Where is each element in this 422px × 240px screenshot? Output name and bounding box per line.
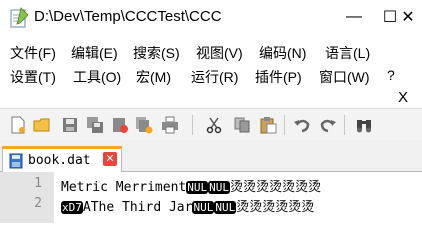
code-line-1: Metric MerrimentNUL NUL烫烫烫烫烫烫烫 [61, 176, 321, 195]
hex-control-char: xD7 [61, 201, 83, 214]
menu-encoding[interactable]: 编码(N) [257, 42, 308, 64]
close-icon[interactable] [110, 115, 130, 135]
menu-view[interactable]: 视图(V) [194, 42, 245, 64]
tab-close-icon[interactable]: ✕ [103, 152, 117, 166]
nul-control-char: NUL [208, 181, 230, 194]
copy-icon[interactable] [232, 115, 252, 135]
tab-bar: book.dat ✕ [0, 140, 422, 172]
menu-file[interactable]: 文件(F) [8, 42, 58, 64]
notepad-app-icon [10, 7, 29, 28]
print-icon[interactable] [160, 115, 180, 135]
toolbar [0, 108, 422, 140]
toolbar-separator [344, 115, 345, 135]
save-all-icon[interactable] [85, 115, 105, 135]
toolbar-separator [192, 115, 193, 135]
menu-bar: 文件(F) 编辑(E) 搜索(S) 视图(V) 编码(N) 语言(L) 设置(T… [0, 38, 422, 90]
close-document-button[interactable]: X [398, 89, 408, 106]
line-number-gutter: 1 2 [0, 172, 54, 223]
line-number: 1 [34, 176, 42, 191]
code-line-2: xD7AThe Third JarNUL NUL烫烫烫烫烫烫 [61, 196, 314, 215]
close-window-button[interactable]: ✕ [394, 0, 422, 34]
menu-run[interactable]: 运行(R) [189, 66, 240, 88]
menu-macro[interactable]: 宏(M) [134, 66, 173, 88]
line-text: Metric Merriment [61, 180, 187, 195]
tab-label: book.dat [28, 153, 91, 168]
menu-tools[interactable]: 工具(O) [71, 66, 123, 88]
toolbar-separator [284, 115, 285, 135]
menu-plugins[interactable]: 插件(P) [253, 66, 304, 88]
editor[interactable]: 1 2 Metric MerrimentNUL NUL烫烫烫烫烫烫烫 xD7ATh… [0, 172, 422, 223]
menu-edit[interactable]: 编辑(E) [69, 42, 120, 64]
window-title: D:\Dev\Temp\CCCTest\CCC [34, 8, 222, 25]
paste-icon[interactable] [258, 115, 278, 135]
menu-help[interactable]: ? [385, 66, 397, 84]
redo-icon[interactable] [318, 115, 338, 135]
new-file-icon[interactable] [8, 115, 28, 135]
menu-settings[interactable]: 设置(T) [8, 66, 58, 88]
menu-search[interactable]: 搜索(S) [131, 42, 182, 64]
menu-window[interactable]: 窗口(W) [317, 66, 372, 88]
nul-control-char: NUL [192, 201, 215, 214]
garbled-text: 烫烫烫烫烫烫 [236, 200, 315, 215]
garbled-text: 烫烫烫烫烫烫烫 [229, 180, 321, 195]
close-all-icon[interactable] [134, 115, 154, 135]
undo-icon[interactable] [292, 115, 312, 135]
line-number: 2 [34, 196, 42, 211]
menu-language[interactable]: 语言(L) [323, 42, 372, 64]
open-file-icon[interactable] [32, 115, 52, 135]
find-icon[interactable] [354, 115, 374, 135]
cut-icon[interactable] [204, 115, 224, 135]
nul-control-char: NUL [186, 181, 209, 194]
save-icon[interactable] [60, 115, 80, 135]
nul-control-char: NUL [214, 201, 237, 214]
title-bar: D:\Dev\Temp\CCCTest\CCC — ☐ ✕ [0, 0, 422, 38]
tab-book-dat[interactable]: book.dat ✕ [2, 146, 122, 172]
line-text: AThe Third Jar [82, 200, 193, 215]
saved-file-icon [9, 153, 23, 168]
